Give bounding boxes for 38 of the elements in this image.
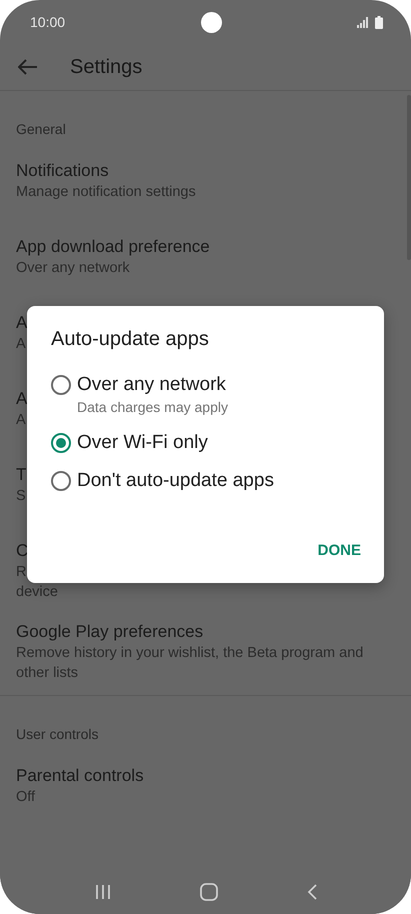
option-label: Don't auto-update apps <box>77 469 274 493</box>
dialog-title: Auto-update apps <box>51 328 209 351</box>
setting-subtitle: device <box>16 583 58 602</box>
option-label: Over any network <box>77 373 227 397</box>
setting-subtitle: Over any network <box>16 259 130 278</box>
radio-button[interactable] <box>51 375 71 395</box>
setting-title[interactable]: C <box>16 540 28 562</box>
setting-subtitle: Remove history in your wishlist, the Beta program and <box>16 644 364 663</box>
option-label: Over Wi-Fi only <box>77 431 208 455</box>
option-description: Data charges may apply <box>77 398 228 417</box>
section-header: General <box>15 120 67 139</box>
setting-title[interactable]: T <box>16 464 26 486</box>
setting-subtitle: other lists <box>16 664 78 683</box>
setting-subtitle: S <box>16 487 26 506</box>
setting-title[interactable]: App download preference <box>16 236 210 258</box>
setting-title[interactable]: A <box>16 388 28 410</box>
recent-apps-icon[interactable] <box>94 884 110 900</box>
setting-title[interactable]: A <box>16 312 28 334</box>
back-arrow-icon[interactable] <box>18 59 38 75</box>
setting-subtitle: R <box>16 563 26 582</box>
home-icon[interactable] <box>200 883 218 901</box>
setting-title[interactable]: Parental controls <box>16 765 144 787</box>
battery-icon <box>374 16 383 28</box>
setting-title[interactable]: Notifications <box>16 160 109 182</box>
status-time: 10:00 <box>30 14 66 30</box>
radio-button[interactable] <box>51 433 71 453</box>
setting-subtitle: A <box>16 335 26 354</box>
radio-button[interactable] <box>51 471 71 491</box>
back-icon[interactable] <box>306 884 316 900</box>
setting-subtitle: A <box>16 411 26 430</box>
done-button[interactable]: DONE <box>318 538 361 563</box>
signal-icon <box>356 16 369 28</box>
camera-icon <box>200 12 222 32</box>
setting-title[interactable]: Google Play preferences <box>16 621 204 643</box>
setting-subtitle: Off <box>16 788 36 807</box>
toolbar-title: Settings <box>70 56 142 78</box>
section-header: User controls <box>15 725 100 744</box>
setting-subtitle: Manage notification settings <box>16 183 196 202</box>
